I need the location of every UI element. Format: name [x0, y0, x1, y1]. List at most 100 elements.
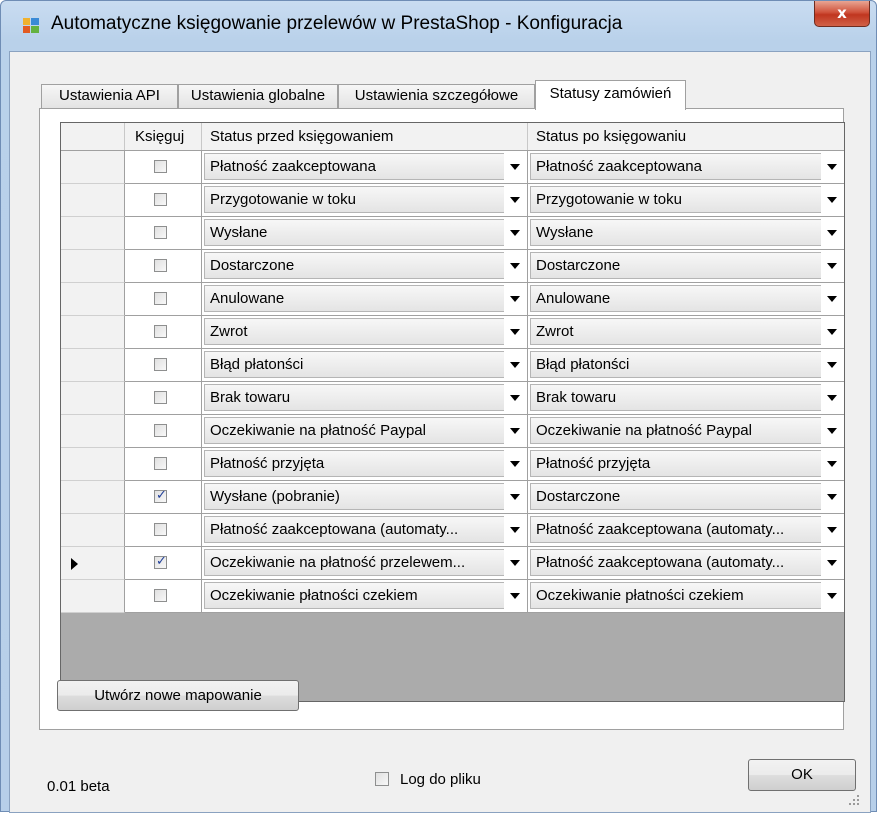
chevron-down-icon[interactable]: [504, 549, 526, 577]
book-checkbox[interactable]: [154, 193, 167, 206]
chevron-down-icon[interactable]: [821, 153, 843, 181]
book-checkbox[interactable]: ✓: [154, 488, 167, 503]
table-row[interactable]: ✓ Wysłane (pobranie) Dostarczone: [61, 481, 844, 514]
status-after-dropdown[interactable]: Dostarczone: [530, 252, 843, 280]
tab-global-settings[interactable]: Ustawienia globalne: [178, 84, 338, 108]
status-before-dropdown[interactable]: Płatność zaakceptowana: [204, 153, 526, 181]
status-before-dropdown[interactable]: Płatność przyjęta: [204, 450, 526, 478]
status-after-dropdown[interactable]: Brak towaru: [530, 384, 843, 412]
status-after-dropdown[interactable]: Zwrot: [530, 318, 843, 346]
table-row[interactable]: Płatność zaakceptowana Płatność zaakcepto…: [61, 151, 844, 184]
status-before-dropdown[interactable]: Wysłane (pobranie): [204, 483, 526, 511]
chevron-down-icon[interactable]: [821, 483, 843, 511]
status-after-dropdown[interactable]: Płatność przyjęta: [530, 450, 843, 478]
table-row[interactable]: Wysłane Wysłane: [61, 217, 844, 250]
book-checkbox[interactable]: [154, 160, 167, 173]
book-checkbox[interactable]: [154, 358, 167, 371]
status-after-dropdown[interactable]: Płatność zaakceptowana: [530, 153, 843, 181]
book-checkbox[interactable]: [154, 292, 167, 305]
chevron-down-icon[interactable]: [504, 219, 526, 247]
status-before-dropdown[interactable]: Oczekiwanie na płatność Paypal: [204, 417, 526, 445]
row-header[interactable]: [61, 316, 125, 349]
row-header[interactable]: [61, 580, 125, 613]
tab-api-settings[interactable]: Ustawienia API: [41, 84, 178, 108]
close-button[interactable]: x: [814, 1, 870, 27]
book-checkbox[interactable]: [154, 589, 167, 602]
chevron-down-icon[interactable]: [504, 582, 526, 610]
book-checkbox[interactable]: ✓: [154, 554, 167, 569]
status-after-dropdown[interactable]: Płatność zaakceptowana (automaty...: [530, 549, 843, 577]
status-before-dropdown[interactable]: Przygotowanie w toku: [204, 186, 526, 214]
status-after-dropdown[interactable]: Oczekiwanie płatności czekiem: [530, 582, 843, 610]
chevron-down-icon[interactable]: [821, 186, 843, 214]
chevron-down-icon[interactable]: [821, 384, 843, 412]
tab-order-statuses[interactable]: Statusy zamówień: [535, 80, 686, 110]
status-before-dropdown[interactable]: Oczekiwanie płatności czekiem: [204, 582, 526, 610]
chevron-down-icon[interactable]: [821, 318, 843, 346]
row-header[interactable]: [61, 250, 125, 283]
chevron-down-icon[interactable]: [504, 351, 526, 379]
table-row[interactable]: Płatność zaakceptowana (automaty... Płatn…: [61, 514, 844, 547]
chevron-down-icon[interactable]: [504, 186, 526, 214]
chevron-down-icon[interactable]: [504, 153, 526, 181]
status-after-dropdown[interactable]: Anulowane: [530, 285, 843, 313]
create-new-mapping-button[interactable]: Utwórz nowe mapowanie: [57, 680, 299, 711]
row-header[interactable]: [61, 481, 125, 514]
row-header[interactable]: [61, 448, 125, 481]
row-header[interactable]: [61, 151, 125, 184]
status-after-dropdown[interactable]: Błąd płatonści: [530, 351, 843, 379]
book-checkbox[interactable]: [154, 457, 167, 470]
book-checkbox[interactable]: [154, 424, 167, 437]
row-header[interactable]: [61, 283, 125, 316]
status-after-dropdown[interactable]: Przygotowanie w toku: [530, 186, 843, 214]
row-header[interactable]: [61, 547, 125, 580]
chevron-down-icon[interactable]: [504, 318, 526, 346]
table-row[interactable]: Przygotowanie w toku Przygotowanie w toku: [61, 184, 844, 217]
chevron-down-icon[interactable]: [821, 582, 843, 610]
chevron-down-icon[interactable]: [821, 516, 843, 544]
chevron-down-icon[interactable]: [504, 450, 526, 478]
book-checkbox[interactable]: [154, 325, 167, 338]
row-header[interactable]: [61, 184, 125, 217]
book-checkbox[interactable]: [154, 259, 167, 272]
chevron-down-icon[interactable]: [504, 483, 526, 511]
book-checkbox[interactable]: [154, 391, 167, 404]
log-to-file-checkbox[interactable]: [375, 772, 389, 786]
status-after-dropdown[interactable]: Oczekiwanie na płatność Paypal: [530, 417, 843, 445]
title-bar[interactable]: Automatyczne księgowanie przelewów w Pre…: [9, 1, 876, 51]
table-row[interactable]: Błąd płatonści Błąd płatonści: [61, 349, 844, 382]
status-before-dropdown[interactable]: Anulowane: [204, 285, 526, 313]
resize-grip-icon[interactable]: [848, 794, 860, 806]
chevron-down-icon[interactable]: [504, 516, 526, 544]
status-after-dropdown[interactable]: Wysłane: [530, 219, 843, 247]
status-before-dropdown[interactable]: Zwrot: [204, 318, 526, 346]
row-header[interactable]: [61, 217, 125, 250]
status-after-dropdown[interactable]: Płatność zaakceptowana (automaty...: [530, 516, 843, 544]
book-checkbox[interactable]: [154, 226, 167, 239]
row-header[interactable]: [61, 514, 125, 547]
table-row[interactable]: Oczekiwanie płatności czekiem Oczekiwanie…: [61, 580, 844, 613]
status-before-dropdown[interactable]: Wysłane: [204, 219, 526, 247]
table-row[interactable]: Brak towaru Brak towaru: [61, 382, 844, 415]
table-row[interactable]: ✓ Oczekiwanie na płatność przelewem... Pła…: [61, 547, 844, 580]
row-header[interactable]: [61, 415, 125, 448]
chevron-down-icon[interactable]: [821, 252, 843, 280]
status-before-dropdown[interactable]: Dostarczone: [204, 252, 526, 280]
row-header[interactable]: [61, 382, 125, 415]
table-row[interactable]: Zwrot Zwrot: [61, 316, 844, 349]
tab-detailed-settings[interactable]: Ustawienia szczegółowe: [338, 84, 535, 108]
status-after-dropdown[interactable]: Dostarczone: [530, 483, 843, 511]
status-before-dropdown[interactable]: Płatność zaakceptowana (automaty...: [204, 516, 526, 544]
status-before-dropdown[interactable]: Oczekiwanie na płatność przelewem...: [204, 549, 526, 577]
chevron-down-icon[interactable]: [504, 384, 526, 412]
column-header-status-before[interactable]: Status przed księgowaniem: [202, 123, 528, 150]
column-header-book[interactable]: Księguj: [125, 123, 202, 150]
table-row[interactable]: Płatność przyjęta Płatność przyjęta: [61, 448, 844, 481]
table-row[interactable]: Dostarczone Dostarczone: [61, 250, 844, 283]
book-checkbox[interactable]: [154, 523, 167, 536]
chevron-down-icon[interactable]: [821, 351, 843, 379]
status-before-dropdown[interactable]: Błąd płatonści: [204, 351, 526, 379]
chevron-down-icon[interactable]: [821, 450, 843, 478]
status-before-dropdown[interactable]: Brak towaru: [204, 384, 526, 412]
chevron-down-icon[interactable]: [821, 219, 843, 247]
